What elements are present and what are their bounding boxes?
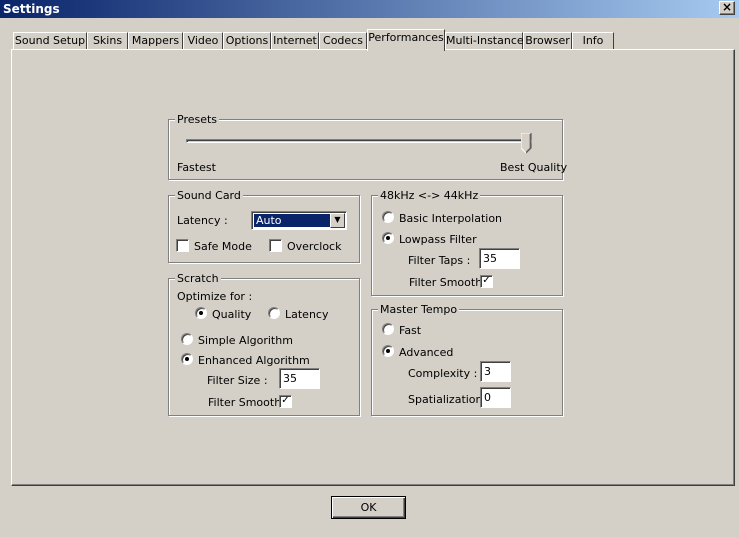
complexity-input[interactable]: 3 (480, 361, 511, 382)
master-tempo-title: Master Tempo (378, 303, 460, 316)
safe-mode-checkbox[interactable] (176, 239, 189, 252)
basic-interpolation-radio[interactable] (382, 211, 394, 223)
safe-mode-label: Safe Mode (194, 240, 252, 253)
tab-skins[interactable]: Skins (87, 32, 128, 50)
filter-size-input[interactable]: 35 (279, 368, 320, 389)
presets-min-label: Fastest (177, 161, 216, 174)
window-title: Settings (3, 2, 60, 16)
resample-title: 48kHz <-> 44kHz (378, 189, 481, 202)
tab-performances[interactable]: Performances (367, 29, 445, 51)
latency-select-value: Auto (254, 214, 330, 227)
complexity-label: Complexity : (408, 367, 478, 380)
filter-taps-label: Filter Taps : (408, 254, 471, 267)
overclock-label: Overclock (287, 240, 342, 253)
enhanced-algorithm-radio[interactable] (181, 353, 193, 365)
chevron-down-icon[interactable]: ▼ (330, 213, 345, 228)
ok-button[interactable]: OK (331, 496, 406, 519)
enhanced-algorithm-label: Enhanced Algorithm (198, 354, 310, 367)
resample-filter-smooth-checkbox[interactable]: ✓ (480, 275, 493, 288)
scratch-filter-smooth-checkbox[interactable]: ✓ (279, 395, 292, 408)
tab-browser[interactable]: Browser (523, 32, 572, 50)
optimize-quality-radio[interactable] (195, 307, 207, 319)
tempo-advanced-label: Advanced (399, 346, 454, 359)
close-button[interactable]: × (719, 1, 735, 15)
resample-filter-smooth-label: Filter Smooth (409, 276, 483, 289)
overclock-checkbox[interactable] (269, 239, 282, 252)
filter-taps-input[interactable]: 35 (479, 248, 520, 269)
filter-size-label: Filter Size : (207, 374, 268, 387)
simple-algorithm-label: Simple Algorithm (198, 334, 293, 347)
latency-select[interactable]: Auto ▼ (251, 211, 347, 230)
close-icon: × (721, 0, 733, 14)
presets-slider-thumb[interactable] (521, 133, 532, 154)
tab-internet[interactable]: Internet (271, 32, 319, 50)
spatialization-label: Spatialization : (408, 393, 490, 406)
tab-info[interactable]: Info (572, 32, 614, 50)
tab-video[interactable]: Video (183, 32, 223, 50)
optimize-latency-label: Latency (285, 308, 329, 321)
presets-slider-track[interactable] (186, 139, 532, 143)
presets-title: Presets (175, 113, 220, 126)
latency-label: Latency : (177, 214, 228, 227)
tab-multi-instance[interactable]: Multi-Instance (445, 32, 524, 50)
sound-card-title: Sound Card (175, 189, 243, 202)
tab-mappers[interactable]: Mappers (128, 32, 183, 50)
lowpass-filter-label: Lowpass Filter (399, 233, 477, 246)
spatialization-input[interactable]: 0 (480, 387, 511, 408)
optimize-for-label: Optimize for : (177, 290, 253, 303)
optimize-latency-radio[interactable] (268, 307, 280, 319)
lowpass-filter-radio[interactable] (382, 232, 394, 244)
window-titlebar: Settings (0, 0, 739, 18)
scratch-title: Scratch (175, 272, 221, 285)
simple-algorithm-radio[interactable] (181, 333, 193, 345)
optimize-quality-label: Quality (212, 308, 252, 321)
tab-options[interactable]: Options (223, 32, 271, 50)
scratch-filter-smooth-label: Filter Smooth (208, 396, 282, 409)
presets-max-label: Best Quality (500, 161, 568, 174)
basic-interpolation-label: Basic Interpolation (399, 212, 503, 225)
tempo-advanced-radio[interactable] (382, 345, 394, 357)
tempo-fast-radio[interactable] (382, 323, 394, 335)
tab-sound-setup[interactable]: Sound Setup (13, 32, 87, 50)
tab-codecs[interactable]: Codecs (319, 32, 367, 50)
tempo-fast-label: Fast (399, 324, 422, 337)
